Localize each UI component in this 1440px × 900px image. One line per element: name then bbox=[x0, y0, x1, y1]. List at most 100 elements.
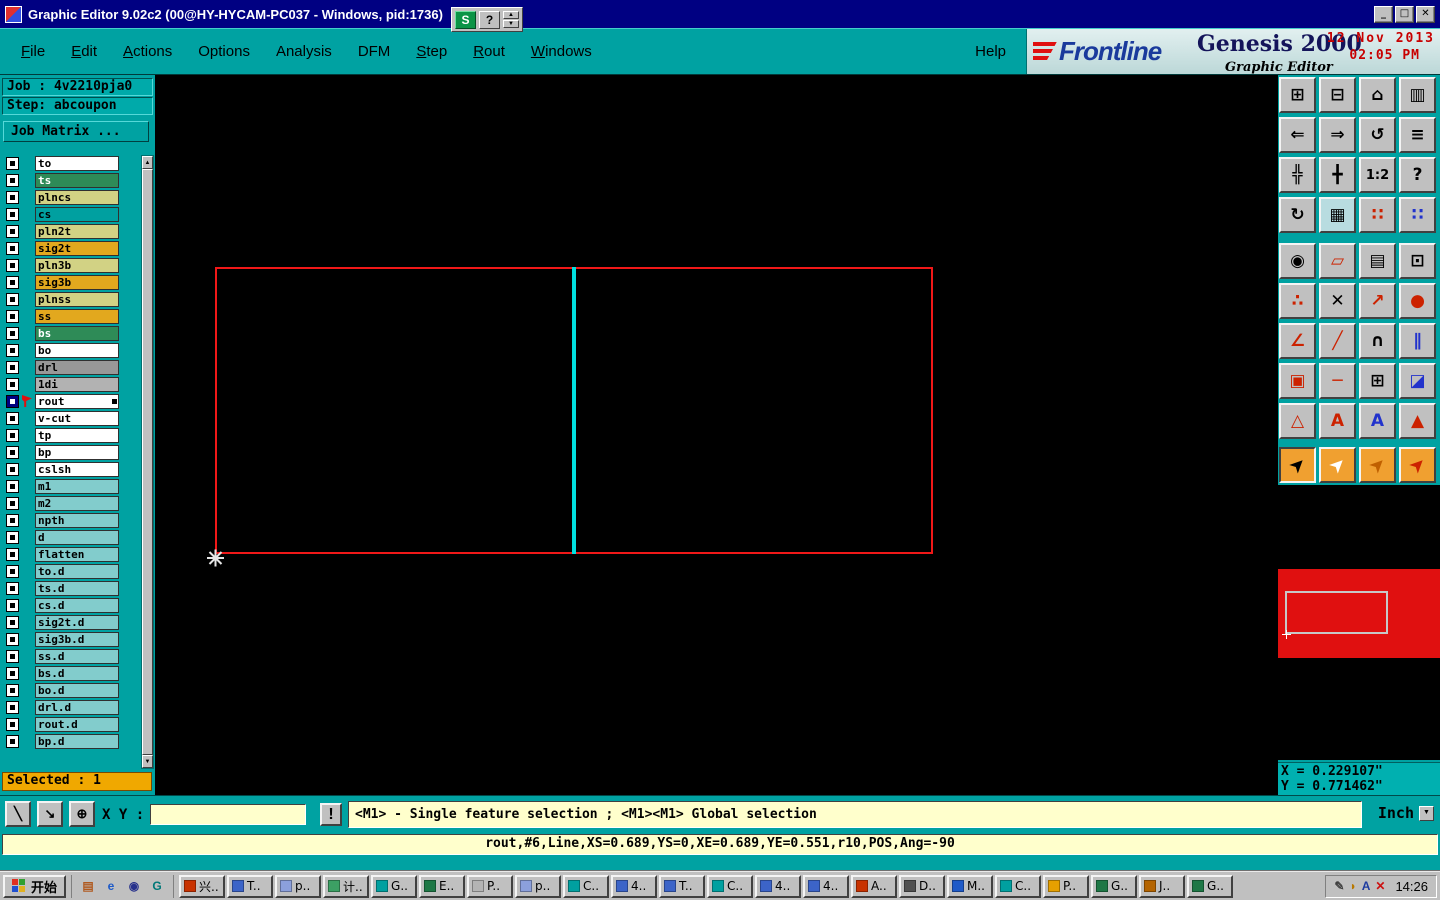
layer-visibility-checkbox[interactable] bbox=[6, 513, 19, 527]
layer-name-1di[interactable]: 1di bbox=[35, 376, 119, 392]
browser-button[interactable]: e bbox=[101, 876, 122, 896]
layer-name-bo[interactable]: bo bbox=[35, 342, 119, 358]
layer-visibility-checkbox[interactable] bbox=[6, 343, 19, 357]
layer-name-sig3b.d[interactable]: sig3b.d bbox=[35, 631, 119, 647]
layer-visibility-checkbox[interactable] bbox=[6, 156, 19, 170]
layer-visibility-checkbox[interactable] bbox=[6, 581, 19, 595]
erase-line-button[interactable]: ─ bbox=[1319, 363, 1356, 399]
layer-name-plnss[interactable]: plnss bbox=[35, 291, 119, 307]
layer-visibility-checkbox[interactable] bbox=[6, 649, 19, 663]
taskbar-button-8[interactable]: p.. bbox=[515, 874, 562, 898]
layer-name-sig2t[interactable]: sig2t bbox=[35, 240, 119, 256]
mini-help-button[interactable]: ? bbox=[479, 10, 500, 29]
layer-name-cs.d[interactable]: cs.d bbox=[35, 597, 119, 613]
layer-name-npth[interactable]: npth bbox=[35, 512, 119, 528]
taskbar-button-20[interactable]: G.. bbox=[1091, 874, 1138, 898]
taskbar-button-18[interactable]: C.. bbox=[995, 874, 1042, 898]
layer-name-rout.d[interactable]: rout.d bbox=[35, 716, 119, 732]
layer-name-sig3b[interactable]: sig3b bbox=[35, 274, 119, 290]
view-forward-button[interactable]: ⇒ bbox=[1319, 117, 1356, 153]
minimize-button[interactable]: _ bbox=[1374, 5, 1393, 23]
arc-tool-button[interactable]: ∩ bbox=[1359, 323, 1396, 359]
layer-name-cslsh[interactable]: cslsh bbox=[35, 461, 119, 477]
zoom-previous-button[interactable]: ↺ bbox=[1359, 117, 1396, 153]
menu-rout[interactable]: Rout bbox=[460, 43, 518, 60]
layer-name-drl[interactable]: drl bbox=[35, 359, 119, 375]
maximize-button[interactable]: □ bbox=[1395, 5, 1414, 23]
layers-panel-button[interactable]: ≡ bbox=[1399, 117, 1436, 153]
select-ref-button[interactable]: ➤ bbox=[1359, 447, 1396, 483]
show-desktop-button[interactable]: ▤ bbox=[78, 876, 99, 896]
text-a-red-button[interactable]: A bbox=[1319, 403, 1356, 439]
menu-windows[interactable]: Windows bbox=[518, 43, 605, 60]
job-matrix-button[interactable]: Job Matrix ... bbox=[3, 121, 149, 142]
xy-input[interactable] bbox=[150, 804, 306, 825]
taskbar-button-7[interactable]: P.. bbox=[467, 874, 514, 898]
taskbar-button-17[interactable]: M.. bbox=[947, 874, 994, 898]
layer-visibility-checkbox[interactable] bbox=[6, 462, 19, 476]
scroll-down-icon[interactable]: ▼ bbox=[142, 755, 153, 768]
taskbar-button-16[interactable]: D.. bbox=[899, 874, 946, 898]
taskbar-button-2[interactable]: T.. bbox=[227, 874, 274, 898]
taskbar-button-10[interactable]: 4.. bbox=[611, 874, 658, 898]
layer-visibility-checkbox[interactable] bbox=[6, 445, 19, 459]
taskbar-button-14[interactable]: 4.. bbox=[803, 874, 850, 898]
layer-visibility-checkbox[interactable] bbox=[6, 615, 19, 629]
units-toggle-icon[interactable]: ▼ bbox=[1419, 805, 1434, 821]
layer-name-drl.d[interactable]: drl.d bbox=[35, 699, 119, 715]
layer-visibility-checkbox[interactable] bbox=[6, 326, 19, 340]
layer-visibility-checkbox[interactable] bbox=[6, 224, 19, 238]
layer-name-bp.d[interactable]: bp.d bbox=[35, 733, 119, 749]
select-special-button[interactable]: ➤ bbox=[1399, 447, 1436, 483]
layer-visibility-checkbox[interactable] bbox=[6, 547, 19, 561]
layer-name-flatten[interactable]: flatten bbox=[35, 546, 119, 562]
taskbar-button-5[interactable]: G.. bbox=[371, 874, 418, 898]
layer-visibility-checkbox[interactable] bbox=[6, 394, 19, 408]
titlebar[interactable]: Graphic Editor 9.02c2 (00@HY-HYCAM-PC037… bbox=[0, 0, 1440, 28]
zoom-ratio-button[interactable]: 1:2 bbox=[1359, 157, 1396, 193]
taskbar-button-15[interactable]: A.. bbox=[851, 874, 898, 898]
layer-name-ts.d[interactable]: ts.d bbox=[35, 580, 119, 596]
layer-visibility-checkbox[interactable] bbox=[6, 530, 19, 544]
layer-name-rout[interactable]: rout bbox=[35, 393, 119, 409]
layer-visibility-checkbox[interactable] bbox=[6, 479, 19, 493]
split-view-button[interactable]: ▥ bbox=[1399, 77, 1436, 113]
layer-visibility-checkbox[interactable] bbox=[6, 292, 19, 306]
layer-name-m1[interactable]: m1 bbox=[35, 478, 119, 494]
layer-visibility-checkbox[interactable] bbox=[6, 207, 19, 221]
taskbar-button-4[interactable]: 计.. bbox=[323, 874, 370, 898]
layer-visibility-checkbox[interactable] bbox=[6, 275, 19, 289]
layer-name-pln2t[interactable]: pln2t bbox=[35, 223, 119, 239]
snap-grid-button[interactable]: ∷ bbox=[1399, 197, 1436, 233]
menu-step[interactable]: Step bbox=[403, 43, 460, 60]
layer-name-to[interactable]: to bbox=[35, 155, 119, 171]
genesis-app-button[interactable]: G bbox=[147, 876, 168, 896]
layer-visibility-checkbox[interactable] bbox=[6, 360, 19, 374]
add-point-button[interactable]: ● bbox=[1399, 283, 1436, 319]
design-canvas[interactable] bbox=[155, 75, 1278, 795]
layer-visibility-checkbox[interactable] bbox=[6, 717, 19, 731]
grid-toggle-button[interactable]: ▦ bbox=[1319, 197, 1356, 233]
layer-visibility-checkbox[interactable] bbox=[6, 734, 19, 748]
snap-points-button[interactable]: ∷ bbox=[1359, 197, 1396, 233]
close-button[interactable]: ✕ bbox=[1416, 5, 1435, 23]
layer-visibility-checkbox[interactable] bbox=[6, 683, 19, 697]
layer-name-pln3b[interactable]: pln3b bbox=[35, 257, 119, 273]
ime-tray-icon[interactable]: A bbox=[1362, 880, 1371, 892]
layer-visibility-checkbox[interactable] bbox=[6, 309, 19, 323]
scroll-up-icon[interactable]: ▲ bbox=[142, 156, 153, 169]
layer-name-ss[interactable]: ss bbox=[35, 308, 119, 324]
taskbar-button-9[interactable]: C.. bbox=[563, 874, 610, 898]
select-frame-button[interactable]: ➤ bbox=[1319, 447, 1356, 483]
line-slope-button[interactable]: ╱ bbox=[1319, 323, 1356, 359]
paste-view-button[interactable]: ⊟ bbox=[1319, 77, 1356, 113]
menu-actions[interactable]: Actions bbox=[110, 43, 185, 60]
barrier-tool-button[interactable]: ∥ bbox=[1399, 323, 1436, 359]
taskbar-button-12[interactable]: C.. bbox=[707, 874, 754, 898]
layer-visibility-checkbox[interactable] bbox=[6, 173, 19, 187]
select-mode-button[interactable]: ➤ bbox=[1279, 447, 1316, 483]
taskbar-button-13[interactable]: 4.. bbox=[755, 874, 802, 898]
layer-name-to.d[interactable]: to.d bbox=[35, 563, 119, 579]
layer-visibility-checkbox[interactable] bbox=[6, 564, 19, 578]
menu-file[interactable]: File bbox=[8, 43, 58, 60]
